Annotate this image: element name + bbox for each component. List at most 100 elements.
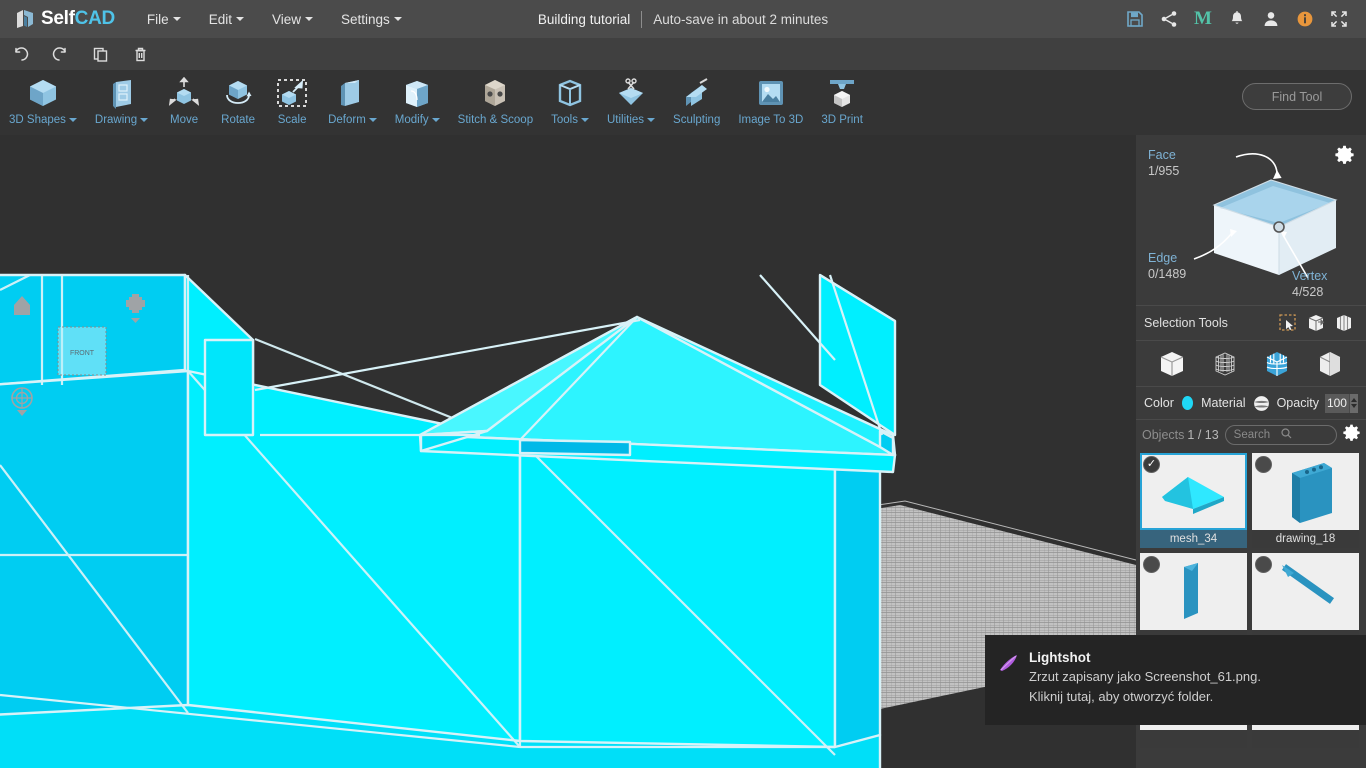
tool-rotate[interactable]: Rotate [211,70,265,135]
tool-drawing-label: Drawing [95,114,149,126]
redo-button[interactable] [40,38,80,70]
tool-3d-print[interactable]: 3D Print [812,70,872,135]
rotate-cube-icon [221,76,255,110]
tool-rotate-label: Rotate [221,114,256,126]
tool-move[interactable]: Move [157,70,211,135]
share-icon[interactable] [1152,0,1186,38]
list-item[interactable]: drawing_18 [1252,453,1359,548]
stitch-scoop-icon [478,76,512,110]
cube-icon [26,76,60,110]
fullscreen-icon[interactable] [1322,0,1356,38]
opacity-stepper[interactable] [1348,393,1358,413]
loop-select-icon[interactable] [1330,309,1358,337]
transparent-mode-icon[interactable] [1312,346,1348,382]
menu-edit[interactable]: Edit [209,12,244,27]
color-label: Color [1144,396,1174,410]
material-sphere-icon[interactable] [1253,395,1270,412]
find-tool-input[interactable]: Find Tool [1242,83,1352,110]
modify-icon [400,76,434,110]
selfcad-logo-text: SelfCAD [41,8,115,30]
shaded-wireframe-mode-icon[interactable] [1259,346,1295,382]
object-checkbox[interactable] [1255,556,1272,573]
tool-stitch-scoop-label: Stitch & Scoop [457,114,534,126]
object-checkbox-selected[interactable]: ✓ [1143,456,1160,473]
stepper-down-icon[interactable] [1350,404,1357,408]
view-mode-row [1136,341,1366,387]
object-name-drawing-18: drawing_18 [1252,530,1359,548]
delete-button[interactable] [120,38,160,70]
menu-settings-label: Settings [340,11,390,27]
list-item[interactable]: ✓ mesh_34 [1140,453,1247,548]
selection-tools-row: Selection Tools [1136,305,1366,341]
info-icon[interactable] [1288,0,1322,38]
rectangle-select-icon[interactable] [1274,309,1302,337]
tool-deform-label: Deform [328,114,377,126]
tool-stitch-and-scoop[interactable]: Stitch & Scoop [449,70,542,135]
edge-value: 0/1489 [1148,267,1187,281]
object-thumbnail-drawing-18[interactable] [1252,453,1359,530]
copy-button[interactable] [80,38,120,70]
menu-view[interactable]: View [272,12,313,27]
shaded-mode-icon[interactable] [1154,346,1190,382]
gear-icon[interactable] [1335,145,1354,169]
objects-search-placeholder: Search [1233,429,1271,441]
check-icon: ✓ [1146,458,1157,470]
wireframe-mode-icon[interactable] [1207,346,1243,382]
object-name-6 [1252,730,1359,748]
tool-sculpting-label: Sculpting [673,114,721,126]
tool-3d-print-label: 3D Print [821,114,863,126]
tool-tools[interactable]: Tools [542,70,598,135]
tool-scale[interactable]: Scale [265,70,319,135]
objects-search-input[interactable]: Search [1224,425,1337,445]
marketplace-m-glyph: M [1194,8,1212,29]
vertex-selection-info: Vertex 4/528 [1292,268,1327,300]
tool-3d-shapes[interactable]: 3D Shapes [0,70,86,135]
list-item[interactable] [1252,553,1359,648]
menu-settings[interactable]: Settings [341,12,402,27]
selection-tools-label: Selection Tools [1144,316,1228,330]
tool-image-to-3d[interactable]: Image To 3D [729,70,812,135]
logo-cad: CAD [74,8,116,29]
tool-drawing[interactable]: Drawing [86,70,157,135]
selfcad-logo[interactable]: SelfCAD [14,8,115,30]
object-thumbnail-4[interactable] [1252,553,1359,630]
menu-file[interactable]: File [147,12,181,27]
marketplace-m-icon[interactable]: M [1186,0,1220,38]
objects-panel-header: Objects 1 / 13 Search [1136,420,1366,450]
logo-self: Self [41,8,75,29]
save-icon[interactable] [1118,0,1152,38]
find-tool-placeholder: Find Tool [1271,89,1323,104]
box-select-icon[interactable] [1302,309,1330,337]
chevron-down-icon [393,17,402,21]
lightshot-notification[interactable]: Lightshot Zrzut zapisany jako Screenshot… [985,635,1366,725]
tool-utilities[interactable]: Utilities [598,70,664,135]
tool-deform[interactable]: Deform [319,70,386,135]
object-checkbox[interactable] [1143,556,1160,573]
material-properties-row: Color Material Opacity 100 [1136,387,1366,420]
3d-viewport[interactable]: FRONT [0,135,1136,768]
tool-move-label: Move [170,114,199,126]
material-label: Material [1201,396,1246,410]
user-account-icon[interactable] [1254,0,1288,38]
chevron-down-icon [235,17,244,21]
main-toolbar: 3D Shapes Drawing Move Rotate Scale Defo… [0,70,1366,135]
face-selection-info: Face 1/955 [1148,147,1179,179]
drawing-pen-icon [105,76,139,110]
stepper-up-icon[interactable] [1350,398,1357,402]
object-checkbox[interactable] [1255,456,1272,473]
tool-scale-label: Scale [277,114,307,126]
opacity-input[interactable]: 100 [1324,393,1349,413]
notifications-bell-icon[interactable] [1220,0,1254,38]
object-thumbnail-mesh-34[interactable]: ✓ [1140,453,1247,530]
tool-modify[interactable]: Modify [386,70,449,135]
vertex-value: 4/528 [1292,285,1324,299]
top-right-icon-group: M [1118,0,1356,38]
tool-sculpting[interactable]: Sculpting [664,70,729,135]
scale-cube-icon [275,76,309,110]
list-item[interactable] [1140,553,1247,648]
object-thumbnail-3[interactable] [1140,553,1247,630]
edge-label: Edge [1148,251,1178,265]
color-swatch[interactable] [1181,396,1194,410]
undo-button[interactable] [0,38,40,70]
gear-icon[interactable] [1343,424,1360,446]
